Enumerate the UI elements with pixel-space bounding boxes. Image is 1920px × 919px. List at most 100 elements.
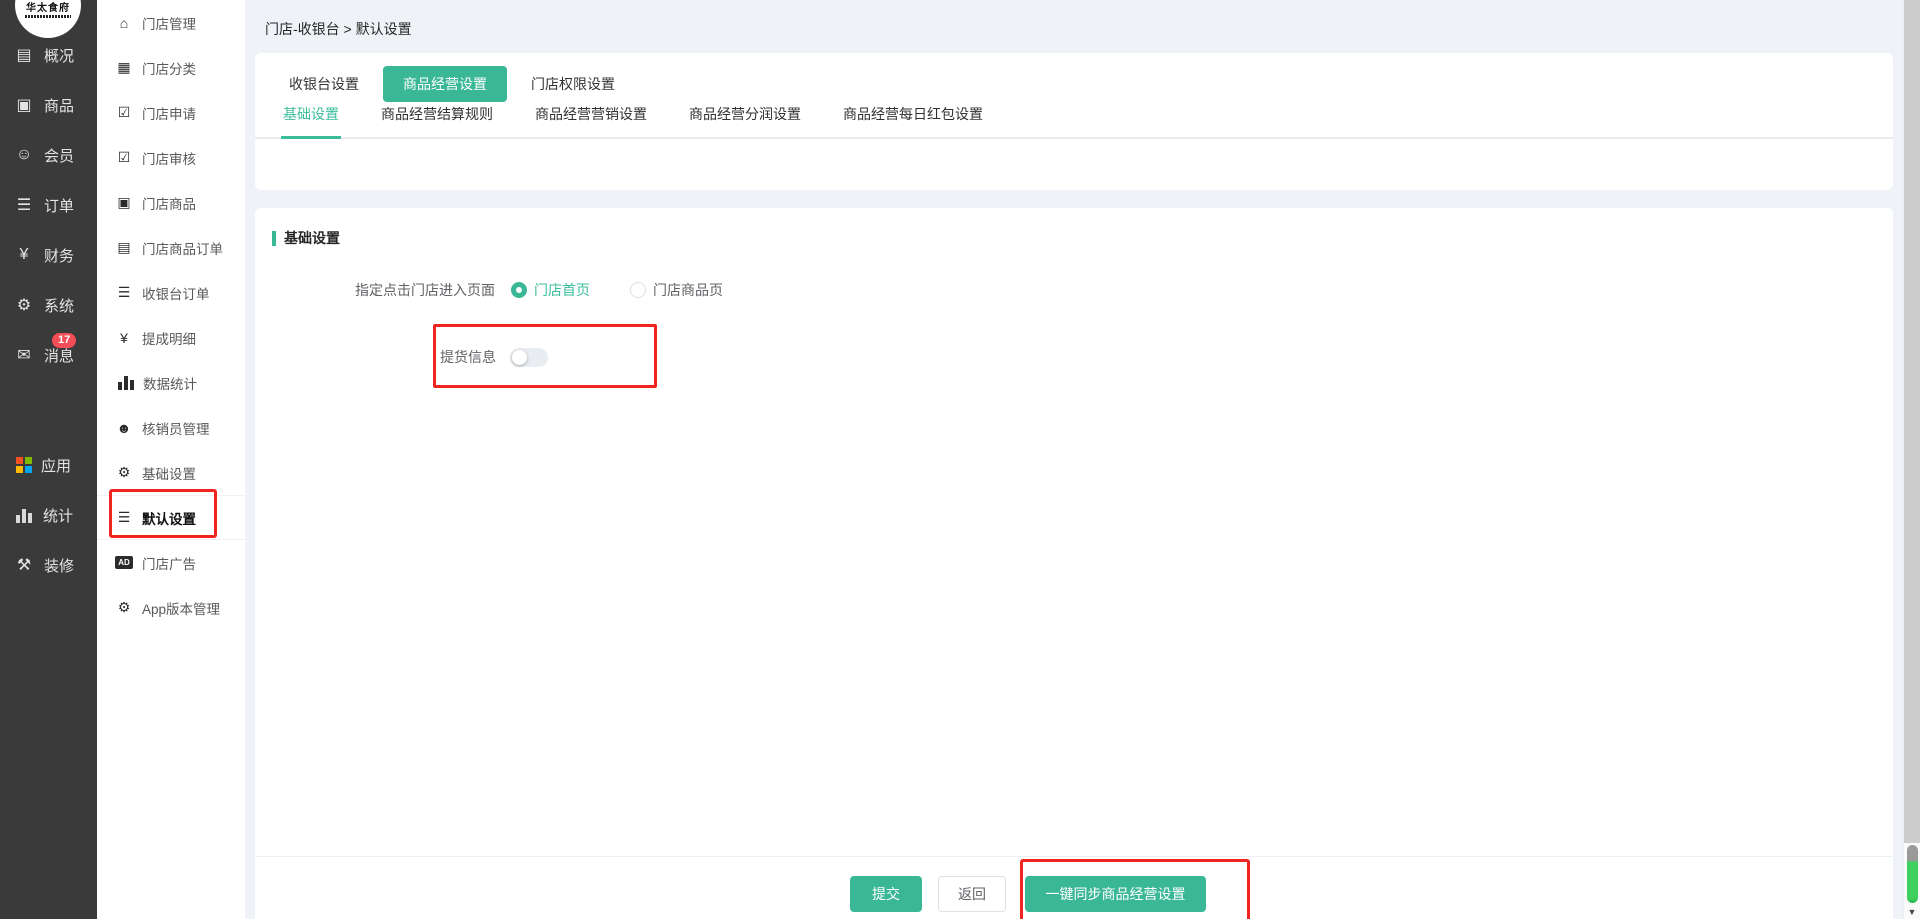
member-icon: ☺ (15, 146, 33, 163)
submenu-item-label: App版本管理 (142, 601, 221, 617)
submenu-item-label: 门店广告 (142, 556, 196, 572)
sidebar-item-messages[interactable]: ✉ 消息 17 (0, 330, 97, 380)
submenu-item-default-settings[interactable]: ☰ 默认设置 (97, 495, 245, 540)
subtab-profit-sharing-settings[interactable]: 商品经营分润设置 (689, 104, 801, 137)
overview-icon: ▤ (16, 47, 32, 64)
submenu-item-app-version[interactable]: ⚙ App版本管理 (97, 585, 245, 630)
sidebar-item-label: 装修 (44, 557, 75, 575)
submenu-item-label: 基础设置 (142, 466, 196, 482)
submenu-item-label: 收银台订单 (142, 286, 210, 302)
sidebar-item-decorate[interactable]: ⚒ 装修 (0, 540, 97, 590)
radio-label: 门店首页 (534, 282, 590, 298)
submenu-item-cashier-orders[interactable]: ☰ 收银台订单 (97, 270, 245, 315)
submenu-item-label: 门店申请 (142, 106, 196, 122)
scrollbar-thumb[interactable] (1907, 845, 1918, 903)
sync-goods-settings-button[interactable]: 一键同步商品经营设置 (1025, 876, 1206, 912)
clipboard-icon: ▤ (117, 239, 131, 255)
person-icon: ☻ (116, 419, 132, 436)
sidebar-item-orders[interactable]: ☰ 订单 (0, 180, 97, 230)
pickup-info-label: 提货信息 (440, 349, 496, 365)
submenu-item-store-goods-orders[interactable]: ▤ 门店商品订单 (97, 225, 245, 270)
subtab-daily-redpacket-settings[interactable]: 商品经营每日红包设置 (843, 104, 983, 137)
scrollbar-down-arrow[interactable]: ▼ (1904, 907, 1920, 917)
submenu-item-label: 门店商品 (142, 196, 196, 212)
entry-page-label: 指定点击门店进入页面 (355, 282, 495, 298)
sidebar-item-overview[interactable]: ▤ 概况 (0, 30, 97, 80)
section-header: 基础设置 (272, 228, 340, 248)
settings-card: 基础设置 指定点击门店进入页面 门店首页 门店商品页 提货信息 提交 返回 一键… (255, 208, 1893, 919)
sidebar-item-label: 系统 (44, 297, 75, 315)
submenu-item-store-apply[interactable]: ☑ 门店申请 (97, 90, 245, 135)
submenu-item-data-stats[interactable]: 数据统计 (97, 360, 245, 405)
breadcrumb: 门店-收银台 > 默认设置 (265, 21, 412, 37)
toggle-knob (512, 349, 527, 365)
entry-page-row: 指定点击门店进入页面 门店首页 门店商品页 (355, 280, 723, 300)
order-cart-icon: ☰ (16, 197, 32, 214)
tab-cashier-settings[interactable]: 收银台设置 (283, 66, 365, 102)
folder-check-icon: ☑ (117, 104, 131, 120)
system-gear-icon: ⚙ (16, 297, 32, 314)
folder-check-icon: ☑ (117, 149, 131, 165)
goods-icon: ▣ (16, 97, 32, 114)
main-sidebar: 华太食府 ▤ 概况 ▣ 商品 ☺ 会员 ☰ 订单 ¥ 财务 ⚙ 系统 ✉ 消息 (0, 0, 97, 919)
pickup-info-toggle-off[interactable] (510, 347, 548, 367)
chart-icon (118, 375, 134, 390)
vertical-scrollbar[interactable]: ▼ (1903, 0, 1920, 919)
back-button[interactable]: 返回 (938, 876, 1006, 912)
bag-icon: ▣ (117, 194, 131, 210)
submenu-item-basic-settings[interactable]: ⚙ 基础设置 (97, 450, 245, 495)
gear-icon: ⚙ (117, 464, 131, 480)
logo-text: 华太食府 (26, 3, 70, 14)
options-list-icon: ☰ (117, 509, 131, 525)
section-title: 基础设置 (284, 230, 340, 246)
submenu-item-label: 门店商品订单 (142, 241, 223, 257)
sidebar-item-stats[interactable]: 统计 (0, 490, 97, 540)
storefront-icon: ⌂ (119, 14, 129, 31)
submenu-item-store-category[interactable]: ▦ 门店分类 (97, 45, 245, 90)
submenu-item-label: 数据统计 (143, 376, 197, 392)
submenu-item-store-manage[interactable]: ⌂ 门店管理 (97, 0, 245, 45)
subtab-marketing-settings[interactable]: 商品经营营销设置 (535, 104, 647, 137)
sidebar-item-label: 商品 (44, 97, 75, 115)
submenu-item-store-goods[interactable]: ▣ 门店商品 (97, 180, 245, 225)
gears-icon: ⚙ (117, 599, 131, 615)
sidebar-item-label: 应用 (41, 457, 72, 475)
sidebar-item-finance[interactable]: ¥ 财务 (0, 230, 97, 280)
sidebar-item-label: 统计 (43, 507, 74, 525)
sidebar-item-label: 概况 (44, 47, 75, 65)
submenu-item-commission-detail[interactable]: ¥ 提成明细 (97, 315, 245, 360)
submenu-item-verifier-manage[interactable]: ☻ 核销员管理 (97, 405, 245, 450)
ad-icon: AD (115, 556, 133, 569)
submit-button[interactable]: 提交 (850, 876, 922, 912)
radio-selected-icon[interactable] (511, 282, 527, 298)
section-accent-bar (272, 230, 276, 246)
yen-icon: ¥ (120, 329, 128, 346)
finance-icon: ¥ (19, 246, 29, 263)
sidebar-item-goods[interactable]: ▣ 商品 (0, 80, 97, 130)
sidebar-item-system[interactable]: ⚙ 系统 (0, 280, 97, 330)
sidebar-item-apps[interactable]: 应用 (0, 440, 97, 490)
radio-unselected-icon[interactable] (630, 282, 646, 298)
radio-label: 门店商品页 (653, 282, 723, 298)
submenu-item-store-audit[interactable]: ☑ 门店审核 (97, 135, 245, 180)
store-submenu: ⌂ 门店管理 ▦ 门店分类 ☑ 门店申请 ☑ 门店审核 ▣ 门店商品 ▤ 门店商… (97, 0, 245, 919)
sub-tabs: 基础设置 商品经营结算规则 商品经营营销设置 商品经营分润设置 商品经营每日红包… (255, 104, 1893, 139)
submenu-item-store-ads[interactable]: AD 门店广告 (97, 540, 245, 585)
submenu-item-label: 门店管理 (142, 16, 196, 32)
message-icon: ✉ (17, 347, 31, 364)
tab-store-permission-settings[interactable]: 门店权限设置 (525, 66, 621, 102)
submenu-item-label: 门店分类 (142, 61, 196, 77)
apps-grid-icon (16, 457, 32, 473)
radio-store-goods-page[interactable]: 门店商品页 (630, 280, 723, 300)
pickup-info-row: 提货信息 (440, 347, 548, 367)
category-grid-icon: ▦ (117, 59, 131, 75)
entry-page-radio-group: 门店首页 门店商品页 (511, 280, 723, 300)
sidebar-item-members[interactable]: ☺ 会员 (0, 130, 97, 180)
radio-store-home[interactable]: 门店首页 (511, 280, 590, 300)
scrollbar-track-fill (1904, 0, 1920, 843)
sidebar-item-label: 财务 (44, 247, 75, 265)
subtab-settlement-rules[interactable]: 商品经营结算规则 (381, 104, 493, 137)
subtab-basic-settings[interactable]: 基础设置 (281, 104, 341, 139)
tab-goods-operation-settings[interactable]: 商品经营设置 (383, 66, 507, 102)
